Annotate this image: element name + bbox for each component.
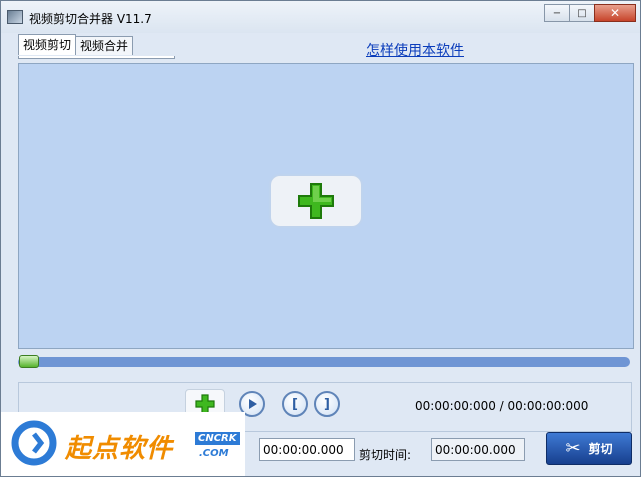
maximize-icon: □ <box>577 7 587 19</box>
watermark-brand-text: 起点软件 <box>65 434 174 464</box>
cut-duration-field[interactable] <box>431 438 525 461</box>
maximize-button[interactable]: □ <box>569 4 595 22</box>
cut-duration-label: 剪切时间: <box>359 448 412 462</box>
window-title: 视频剪切合并器 V11.7 <box>29 12 152 26</box>
mark-out-button[interactable]: ] <box>314 391 340 417</box>
play-icon <box>249 399 257 409</box>
add-video-button[interactable] <box>271 176 361 226</box>
title-bar[interactable]: 视频剪切合并器 V11.7 − □ ✕ <box>1 1 640 33</box>
tab-strip: 视频剪切 视频合并 <box>18 34 134 56</box>
minimize-button[interactable]: − <box>544 4 570 22</box>
brand-logo-icon <box>11 420 57 466</box>
progress-slider-handle[interactable] <box>19 355 39 368</box>
time-display: 00:00:00:000 / 00:00:00:000 <box>415 399 589 413</box>
help-link[interactable]: 怎样使用本软件 <box>366 40 464 60</box>
add-icon <box>298 183 334 219</box>
close-button[interactable]: ✕ <box>594 4 636 22</box>
scissors-icon: ✂ <box>565 438 581 459</box>
cut-button[interactable]: ✂ 剪切 <box>546 432 632 465</box>
app-window: 视频剪切合并器 V11.7 − □ ✕ 视频剪切 视频合并 怎样使用本软件 [ <box>0 0 641 477</box>
tab-video-merge[interactable]: 视频合并 <box>75 36 134 55</box>
cut-button-label: 剪切 <box>588 442 613 456</box>
window-controls: − □ ✕ <box>544 4 636 22</box>
mark-in-button[interactable]: [ <box>282 391 308 417</box>
minimize-icon: − <box>552 7 562 19</box>
app-icon <box>7 10 23 24</box>
progress-track[interactable] <box>18 357 630 367</box>
mark-in-icon: [ <box>292 396 298 412</box>
mark-out-icon: ] <box>324 396 330 412</box>
add-icon <box>195 394 215 414</box>
watermark-domain: .COM <box>199 448 229 459</box>
video-preview-area[interactable] <box>18 63 634 349</box>
tab-divider <box>18 56 175 59</box>
watermark-badge: CNCRK <box>195 432 240 445</box>
close-icon: ✕ <box>609 6 621 20</box>
tab-video-cut[interactable]: 视频剪切 <box>18 34 77 55</box>
watermark: 起点软件 CNCRK .COM <box>1 412 245 476</box>
start-time-field[interactable] <box>259 438 355 461</box>
